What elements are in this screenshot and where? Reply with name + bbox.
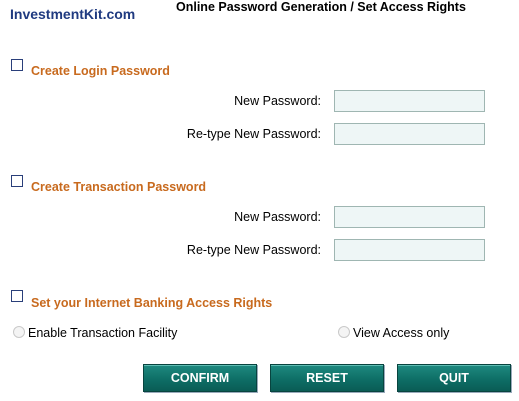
login-password-checkbox[interactable] bbox=[11, 59, 23, 71]
confirm-button[interactable]: CONFIRM bbox=[143, 364, 257, 392]
login-retype-password-label: Re-type New Password: bbox=[186, 127, 321, 141]
reset-button[interactable]: RESET bbox=[270, 364, 384, 392]
transaction-retype-password-input[interactable] bbox=[334, 239, 485, 261]
transaction-new-password-input[interactable] bbox=[334, 206, 485, 228]
login-new-password-label: New Password: bbox=[234, 94, 321, 108]
access-rights-section-label: Set your Internet Banking Access Rights bbox=[31, 296, 273, 310]
page-title: Online Password Generation / Set Access … bbox=[176, 0, 466, 14]
view-access-label: View Access only bbox=[353, 326, 450, 340]
transaction-retype-password-label: Re-type New Password: bbox=[186, 243, 321, 257]
login-retype-password-input[interactable] bbox=[334, 123, 485, 145]
quit-button[interactable]: QUIT bbox=[397, 364, 511, 392]
transaction-password-checkbox[interactable] bbox=[11, 175, 23, 187]
transaction-new-password-label: New Password: bbox=[234, 210, 321, 224]
login-password-section-label: Create Login Password bbox=[31, 64, 170, 78]
view-access-radio[interactable] bbox=[338, 326, 350, 338]
login-new-password-input[interactable] bbox=[334, 90, 485, 112]
access-rights-checkbox[interactable] bbox=[11, 290, 23, 302]
site-logo: InvestmentKit.com bbox=[10, 6, 136, 22]
enable-transaction-radio[interactable] bbox=[13, 326, 25, 338]
transaction-password-section-label: Create Transaction Password bbox=[31, 180, 207, 194]
enable-transaction-label: Enable Transaction Facility bbox=[28, 326, 178, 340]
